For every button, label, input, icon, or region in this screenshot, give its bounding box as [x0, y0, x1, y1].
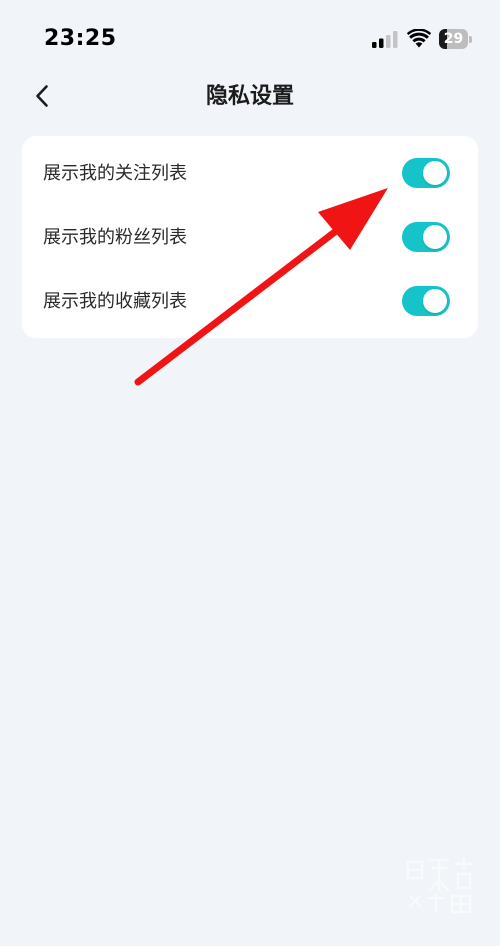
toggle-knob [423, 289, 447, 313]
setting-label: 展示我的粉丝列表 [43, 227, 187, 248]
toggle-favorites-list[interactable] [402, 286, 450, 316]
status-time: 23:25 [44, 26, 117, 51]
nav-bar: 隐私设置 [0, 70, 500, 124]
toggle-followers-list[interactable] [402, 222, 450, 252]
privacy-settings-card: 展示我的关注列表 展示我的粉丝列表 展示我的收藏列表 [22, 136, 478, 338]
cellular-signal-icon [372, 31, 398, 48]
page-title: 隐私设置 [205, 84, 294, 109]
toggle-knob [423, 225, 447, 249]
watermark-logo-icon [406, 856, 474, 914]
setting-row-following-list: 展示我的关注列表 [22, 142, 478, 206]
status-bar: 23:25 29 [0, 0, 500, 80]
setting-label: 展示我的收藏列表 [43, 291, 187, 312]
setting-label: 展示我的关注列表 [43, 163, 187, 184]
battery-icon: 29 [439, 29, 473, 49]
back-button[interactable] [22, 76, 62, 116]
setting-row-favorites-list: 展示我的收藏列表 [22, 270, 478, 334]
battery-body: 29 [439, 29, 468, 49]
toggle-following-list[interactable] [402, 158, 450, 188]
toggle-knob [423, 161, 447, 185]
battery-cap [469, 36, 472, 43]
battery-level: 29 [443, 31, 464, 47]
wifi-icon [407, 29, 431, 48]
setting-row-followers-list: 展示我的粉丝列表 [22, 206, 478, 270]
chevron-left-icon [36, 85, 48, 107]
